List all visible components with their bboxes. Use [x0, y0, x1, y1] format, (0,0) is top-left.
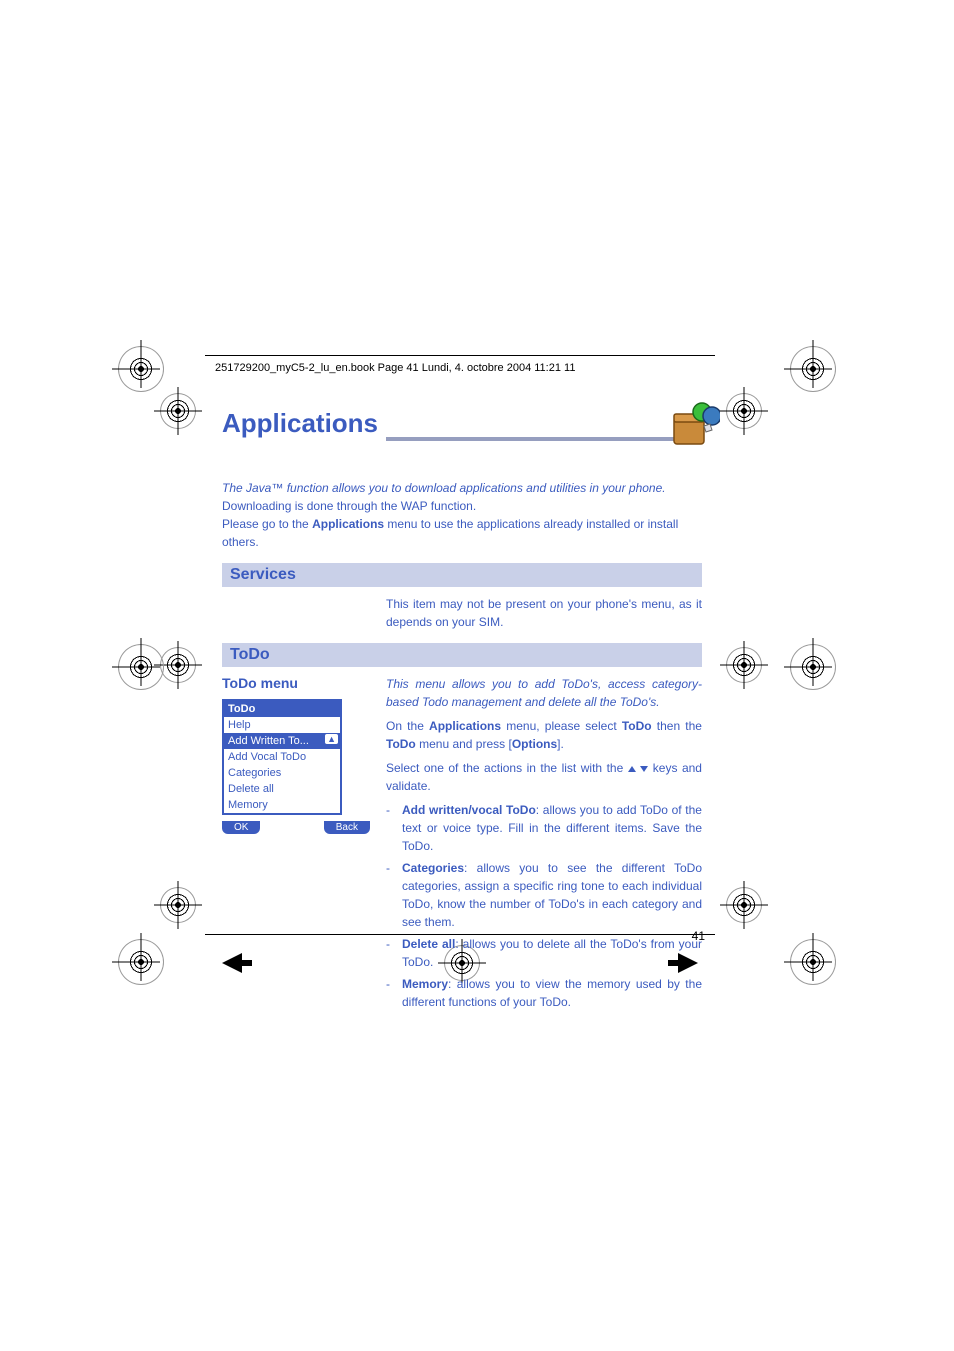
reg-mark-leftbar: [118, 644, 164, 690]
scroll-indicator-icon: ▲: [325, 734, 338, 744]
todo-bullet-list: -Add written/vocal ToDo: allows you to a…: [386, 801, 702, 1011]
page-title: Applications: [222, 408, 378, 439]
phone-item-memory: Memory: [224, 797, 340, 813]
phone-item-selected: Add Written To...▲: [224, 733, 340, 749]
reg-mark-right-bot: [726, 887, 762, 923]
phone-item-addvocal: Add Vocal ToDo: [224, 749, 340, 765]
title-underline: [386, 437, 702, 441]
reg-mark-left-top: [160, 393, 196, 429]
softkey-ok: OK: [222, 821, 260, 834]
todo-intro: This menu allows you to add ToDo's, acce…: [386, 675, 702, 711]
reg-mark-right-mid: [726, 647, 762, 683]
reg-mark-bl: [118, 939, 164, 985]
phone-title: ToDo: [224, 701, 340, 717]
softkeys: OK Back: [222, 821, 370, 834]
reg-mark-tl: [118, 346, 164, 392]
reg-mark-tr: [790, 346, 836, 392]
phone-screenshot: ToDo Help Add Written To...▲ Add Vocal T…: [222, 699, 342, 815]
intro-line2: Downloading is done through the WAP func…: [222, 497, 702, 515]
content-area: Applications The Java™ function allows y…: [222, 408, 702, 1015]
services-body: This item may not be present on your pho…: [386, 595, 702, 631]
reg-mark-left-mid: [160, 647, 196, 683]
bullet-categories: -Categories: allows you to see the diffe…: [386, 859, 702, 931]
intro-line1: The Java™ function allows you to downloa…: [222, 479, 702, 497]
app-icon: [664, 400, 720, 461]
todo-para2: On the Applications menu, please select …: [386, 717, 702, 753]
intro-block: The Java™ function allows you to downloa…: [222, 479, 702, 551]
bullet-add: -Add written/vocal ToDo: allows you to a…: [386, 801, 702, 855]
phone-item-categories: Categories: [224, 765, 340, 781]
todo-subhead: ToDo menu: [222, 675, 370, 691]
reg-mark-rightbar: [790, 644, 836, 690]
book-header: 251729200_myC5-2_lu_en.book Page 41 Lund…: [205, 356, 715, 374]
phone-item-help: Help: [224, 717, 340, 733]
softkey-back: Back: [324, 821, 370, 834]
intro-line3: Please go to the Applications menu to us…: [222, 515, 702, 551]
reg-mark-br: [790, 939, 836, 985]
reg-mark-right-top: [726, 393, 762, 429]
reg-mark-left-bot: [160, 887, 196, 923]
phone-item-deleteall: Delete all: [224, 781, 340, 797]
bullet-memory: -Memory: allows you to view the memory u…: [386, 975, 702, 1011]
bullet-deleteall: -Delete all: allows you to delete all th…: [386, 935, 702, 971]
todo-para3: Select one of the actions in the list wi…: [386, 759, 702, 795]
down-key-icon: [640, 766, 648, 772]
up-key-icon: [628, 766, 636, 772]
section-services-heading: Services: [222, 563, 702, 587]
section-todo-heading: ToDo: [222, 643, 702, 667]
